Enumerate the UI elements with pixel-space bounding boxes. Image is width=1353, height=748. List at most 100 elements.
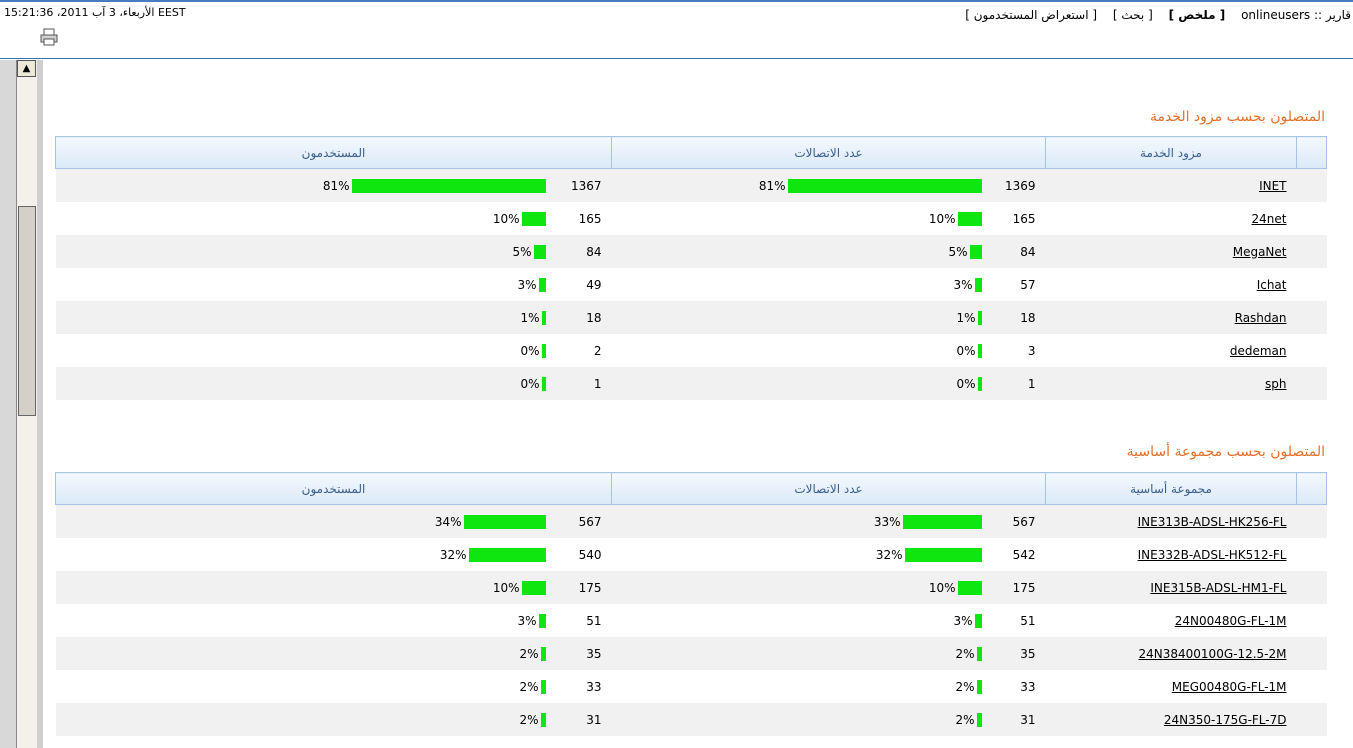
connections-percent: 2% (955, 712, 975, 727)
row-name-link[interactable]: sph (1265, 377, 1286, 391)
connections-bar (957, 211, 982, 226)
col-blank-header (1296, 472, 1327, 505)
name-cell: INET (1045, 168, 1297, 202)
connections-count: 57 (1020, 277, 1036, 292)
users-percent: 10% (492, 211, 520, 226)
col-users-header[interactable]: المستخدمون (55, 136, 612, 169)
printer-icon[interactable] (40, 28, 58, 46)
users-bar (540, 712, 546, 727)
connections-bar (977, 376, 982, 391)
row-name-link[interactable]: 24N350-175G-FL-7D (1164, 713, 1287, 727)
connections-bar (976, 712, 982, 727)
row-name-link[interactable]: INET (1259, 179, 1286, 193)
table-row: 32% 540 32% 542 INE332B-ADSL-HK512-FL (56, 538, 1327, 571)
nav-view-users-link[interactable]: [ استعراض المستخدمون ] (965, 8, 1097, 22)
vertical-scrollbar[interactable]: ▲ (16, 60, 38, 748)
users-percent: 2% (519, 646, 539, 661)
provider-table: المستخدمون عدد الاتصالات مزود الخدمة 81%… (55, 136, 1327, 400)
users-count: 84 (586, 244, 602, 259)
name-cell: Rashdan (1045, 301, 1297, 334)
users-percent: 2% (519, 712, 539, 727)
col-connections-header[interactable]: عدد الاتصالات (611, 472, 1046, 505)
connections-bar (904, 547, 982, 562)
connections-percent: 0% (956, 376, 976, 391)
users-bar (521, 580, 546, 595)
blank-cell (1296, 168, 1327, 202)
connections-bar (969, 244, 982, 259)
group-table: المستخدمون عدد الاتصالات مجموعة أساسية 3… (55, 472, 1327, 736)
users-bar (541, 343, 546, 358)
name-cell: 24N350-175G-FL-7D (1045, 703, 1297, 736)
connections-count: 84 (1020, 244, 1036, 259)
scroll-thumb[interactable] (18, 206, 36, 416)
users-percent: 1% (520, 310, 540, 325)
nav-summary-link[interactable]: [ ملخص ] (1169, 8, 1226, 22)
connections-cell: 1% 18 (611, 301, 1046, 334)
row-name-link[interactable]: INE332B-ADSL-HK512-FL (1138, 548, 1287, 562)
blank-cell (1297, 670, 1327, 703)
users-cell: 2% 31 (55, 703, 612, 736)
connections-bar (902, 514, 982, 529)
users-count: 18 (586, 310, 602, 325)
table-row: 2% 33 2% 33 MEG00480G-FL-1M (56, 670, 1327, 703)
table-row: 3% 49 3% 57 Ichat (56, 268, 1327, 301)
table-row: 1% 18 1% 18 Rashdan (55, 301, 1327, 334)
users-bar (541, 376, 546, 391)
scroll-up-arrow-icon[interactable]: ▲ (17, 60, 36, 77)
name-cell: INE315B-ADSL-HM1-FL (1045, 571, 1297, 604)
users-count: 540 (578, 547, 602, 562)
connections-cell: 0% 3 (612, 334, 1046, 367)
name-cell: INE332B-ADSL-HK512-FL (1046, 538, 1297, 571)
connections-count: 51 (1020, 613, 1036, 628)
connections-cell: 5% 84 (611, 235, 1046, 268)
users-bar (538, 613, 546, 628)
table-row: 10% 165 10% 165 24net (56, 202, 1327, 235)
connections-percent: 3% (953, 613, 973, 628)
users-cell: 3% 49 (56, 268, 612, 301)
connections-bar (976, 679, 982, 694)
connections-count: 567 (1012, 514, 1036, 529)
report-header: الأربعاء، 3 آب 2011، 15:21:36 EEST قارير… (0, 2, 1353, 59)
col-provider-header[interactable]: مزود الخدمة (1045, 136, 1297, 169)
users-cell: 0% 2 (56, 334, 612, 367)
connections-count: 542 (1012, 547, 1036, 562)
users-cell: 5% 84 (55, 235, 612, 268)
nav-reports: قارير :: onlineusers (1241, 8, 1351, 22)
col-users-header[interactable]: المستخدمون (55, 472, 612, 505)
connections-cell: 10% 165 (612, 202, 1046, 235)
row-name-link[interactable]: Ichat (1257, 278, 1287, 292)
connections-count: 18 (1020, 310, 1036, 325)
row-name-link[interactable]: 24net (1252, 212, 1287, 226)
table-row: 2% 31 2% 31 24N350-175G-FL-7D (55, 703, 1327, 736)
row-name-link[interactable]: 24N00480G-FL-1M (1175, 614, 1287, 628)
row-name-link[interactable]: Rashdan (1235, 311, 1287, 325)
connections-bar (977, 310, 982, 325)
blank-cell (1297, 334, 1327, 367)
users-cell: 81% 1367 (55, 168, 612, 202)
row-name-link[interactable]: 24N38400100G-12.5-2M (1139, 647, 1287, 661)
table-row: 2% 35 2% 35 24N38400100G-12.5-2M (55, 637, 1327, 670)
col-group-header[interactable]: مجموعة أساسية (1045, 472, 1297, 505)
connections-percent: 10% (928, 211, 956, 226)
name-cell: 24N00480G-FL-1M (1046, 604, 1297, 637)
users-count: 165 (578, 211, 602, 226)
users-bar (538, 277, 546, 292)
row-name-link[interactable]: MEG00480G-FL-1M (1172, 680, 1287, 694)
row-name-link[interactable]: INE315B-ADSL-HM1-FL (1150, 581, 1286, 595)
row-name-link[interactable]: INE313B-ADSL-HK256-FL (1138, 515, 1287, 529)
nav-search-link[interactable]: [ بحث ] (1113, 8, 1153, 22)
col-connections-header[interactable]: عدد الاتصالات (611, 136, 1046, 169)
blank-cell (1296, 235, 1327, 268)
users-count: 2 (593, 343, 602, 358)
name-cell: MEG00480G-FL-1M (1046, 670, 1297, 703)
users-count: 1367 (570, 178, 602, 193)
users-cell: 10% 175 (55, 571, 612, 604)
users-bar (541, 310, 546, 325)
row-name-link[interactable]: dedeman (1230, 344, 1287, 358)
connections-bar (974, 613, 982, 628)
users-cell: 32% 540 (56, 538, 612, 571)
users-cell: 1% 18 (55, 301, 612, 334)
blank-cell (1297, 268, 1327, 301)
row-name-link[interactable]: MegaNet (1233, 245, 1287, 259)
users-count: 175 (578, 580, 602, 595)
